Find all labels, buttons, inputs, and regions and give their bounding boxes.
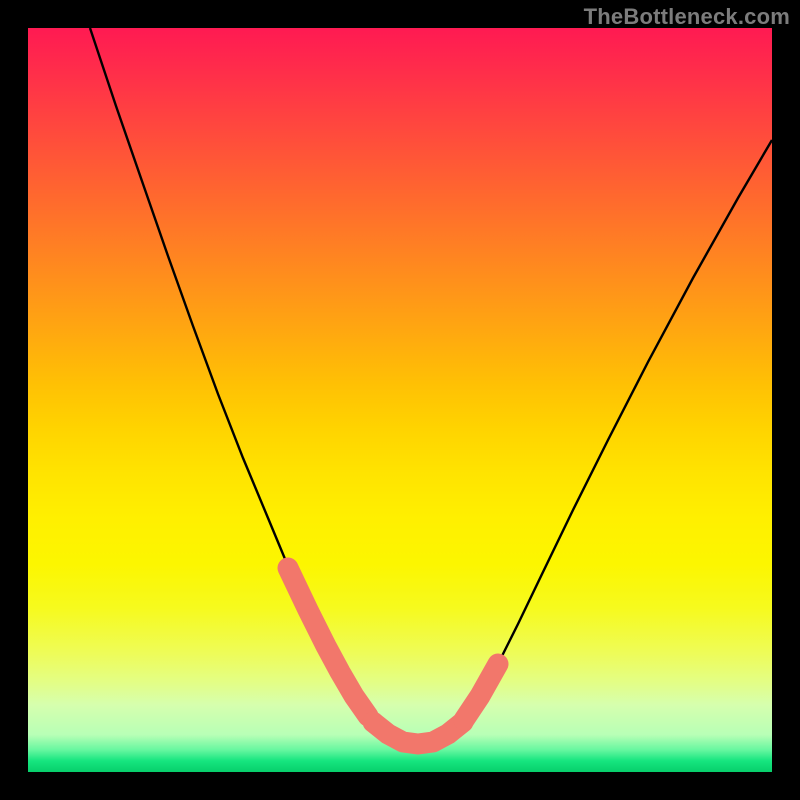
- highlight-segment-left: [288, 568, 368, 716]
- bottleneck-curve: [90, 28, 772, 744]
- highlight-segment-right: [464, 664, 498, 720]
- watermark-text: TheBottleneck.com: [584, 4, 790, 30]
- plot-area: [28, 28, 772, 772]
- chart-frame: TheBottleneck.com: [0, 0, 800, 800]
- highlight-segment-floor: [373, 722, 463, 744]
- curve-svg: [28, 28, 772, 772]
